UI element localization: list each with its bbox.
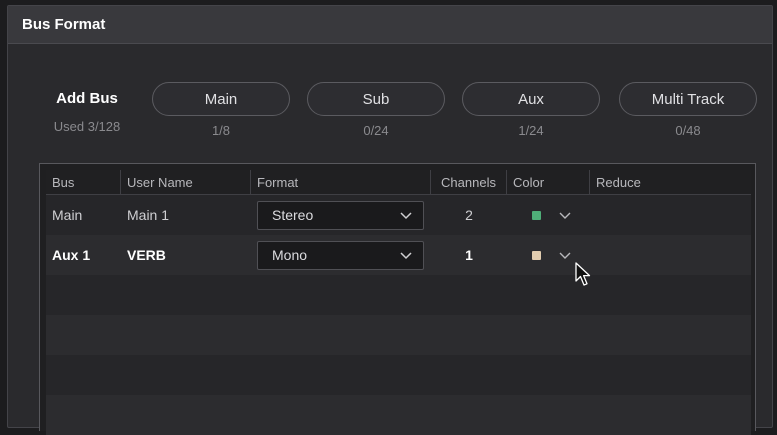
bus-name: Main xyxy=(52,207,83,223)
chevron-down-icon xyxy=(400,212,412,220)
chevron-down-icon[interactable] xyxy=(559,251,571,259)
add-main-bus-button[interactable]: Main xyxy=(152,82,290,116)
reduce-cell xyxy=(590,195,751,235)
table-header: Bus User Name Format Channels Color Redu… xyxy=(46,170,751,195)
add-bus-label: Add Bus xyxy=(56,90,118,107)
used-count: Used 3/128 xyxy=(53,119,121,134)
add-main-bus: Main 1/8 xyxy=(152,82,290,138)
empty-row xyxy=(46,395,751,435)
user-name[interactable]: VERB xyxy=(121,235,251,275)
column-header-channels[interactable]: Channels xyxy=(431,170,507,194)
format-cell: Stereo xyxy=(251,195,431,235)
multitrack-bus-count: 0/48 xyxy=(675,123,701,138)
empty-row xyxy=(46,275,751,315)
add-multitrack-bus-button[interactable]: Multi Track xyxy=(619,82,757,116)
window-title: Bus Format xyxy=(8,6,772,44)
sub-bus-count: 0/24 xyxy=(363,123,389,138)
format-dropdown[interactable]: Stereo xyxy=(257,200,424,230)
empty-row xyxy=(46,355,751,395)
add-bus-section: Add Bus Used 3/128 xyxy=(42,90,132,134)
column-header-reduce[interactable]: Reduce xyxy=(590,170,751,194)
chevron-down-icon xyxy=(400,252,412,260)
channels-value: 2 xyxy=(465,207,473,223)
column-header-format[interactable]: Format xyxy=(251,170,431,194)
add-aux-bus: Aux 1/24 xyxy=(462,82,600,138)
channels-value: 1 xyxy=(465,247,473,263)
add-aux-bus-button[interactable]: Aux xyxy=(462,82,600,116)
aux-bus-count: 1/24 xyxy=(518,123,544,138)
chevron-down-icon[interactable] xyxy=(559,211,571,219)
bus-name: Aux 1 xyxy=(52,247,91,263)
main-bus-count: 1/8 xyxy=(211,123,231,138)
format-cell: Mono xyxy=(251,235,431,275)
bus-table-frame: Bus User Name Format Channels Color Redu… xyxy=(39,163,756,435)
format-dropdown[interactable]: Mono xyxy=(257,240,424,270)
color-picker[interactable] xyxy=(507,195,590,235)
add-sub-bus: Sub 0/24 xyxy=(307,82,445,138)
user-name[interactable]: Main 1 xyxy=(121,195,251,235)
add-multitrack-bus: Multi Track 0/48 xyxy=(619,82,757,138)
table-row[interactable]: Aux 1 VERB Mono 1 xyxy=(46,235,751,275)
color-swatch[interactable] xyxy=(532,210,541,220)
empty-row xyxy=(46,315,751,355)
column-header-user-name[interactable]: User Name xyxy=(121,170,251,194)
table-row[interactable]: Main Main 1 Stereo 2 xyxy=(46,195,751,235)
add-sub-bus-button[interactable]: Sub xyxy=(307,82,445,116)
bus-format-window: Bus Format Add Bus Used 3/128 Main 1/8 S… xyxy=(7,5,773,435)
mouse-pointer-icon xyxy=(575,262,591,286)
column-header-bus[interactable]: Bus xyxy=(46,170,121,194)
column-header-color[interactable]: Color xyxy=(507,170,590,194)
color-swatch[interactable] xyxy=(532,250,541,260)
bus-table: Bus User Name Format Channels Color Redu… xyxy=(46,170,751,435)
add-bus-row: Add Bus Used 3/128 Main 1/8 Sub 0/24 Aux… xyxy=(8,82,772,142)
format-value: Mono xyxy=(272,247,308,263)
format-value: Stereo xyxy=(272,207,314,223)
reduce-cell xyxy=(590,235,751,275)
